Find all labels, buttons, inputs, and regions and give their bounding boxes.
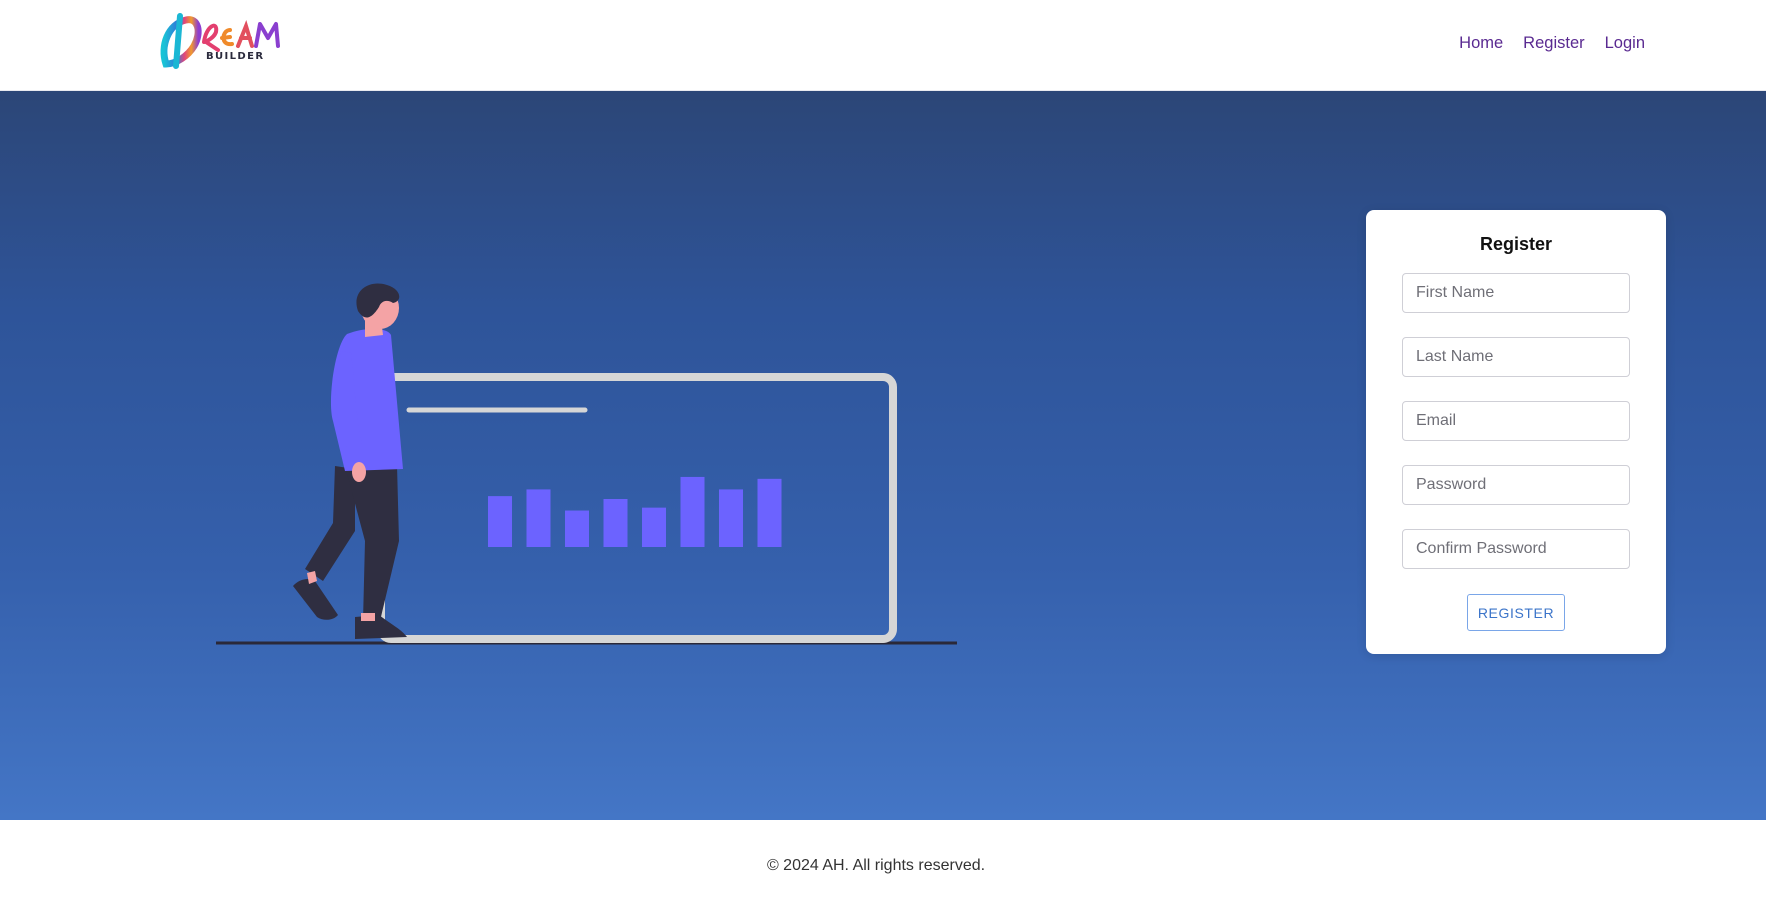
main-nav: Home Register Login	[1459, 34, 1645, 53]
person-with-bar-chart-illustration	[216, 283, 957, 645]
analytics-illustration	[205, 241, 965, 661]
last-name-input[interactable]	[1402, 337, 1630, 377]
nav-home-link[interactable]: Home	[1459, 34, 1503, 53]
logo-mark: BUILDER	[160, 13, 280, 69]
illustration-bar	[565, 510, 589, 547]
email-input[interactable]	[1402, 401, 1630, 441]
password-input[interactable]	[1402, 465, 1630, 505]
register-submit-button[interactable]: REGISTER	[1467, 594, 1565, 631]
confirm-password-input[interactable]	[1402, 529, 1630, 569]
board-frame	[377, 373, 897, 643]
logo-subtext: BUILDER	[206, 51, 264, 62]
hero-section: Register REGISTER	[0, 91, 1766, 820]
person-figure	[293, 283, 407, 639]
register-title: Register	[1479, 234, 1553, 254]
illustration-bar	[642, 507, 666, 547]
illustration-bar	[680, 476, 705, 547]
nav-login-link[interactable]: Login	[1605, 34, 1645, 53]
illustration-bar	[526, 489, 551, 547]
illustration-bar	[719, 489, 743, 547]
nav-register-link[interactable]: Register	[1523, 34, 1584, 53]
bar-chart-bars	[488, 476, 782, 547]
illustration-bar	[603, 499, 628, 547]
illustration-bar	[757, 478, 782, 547]
illustration-bar	[488, 496, 512, 547]
dream-builder-logo[interactable]: BUILDER	[158, 6, 298, 74]
first-name-input[interactable]	[1402, 273, 1630, 313]
register-card: Register REGISTER	[1366, 210, 1666, 654]
top-navbar: BUILDER Home Register Login	[0, 0, 1766, 91]
copyright-text: © 2024 AH. All rights reserved.	[766, 857, 986, 874]
footer: © 2024 AH. All rights reserved.	[0, 820, 1766, 904]
